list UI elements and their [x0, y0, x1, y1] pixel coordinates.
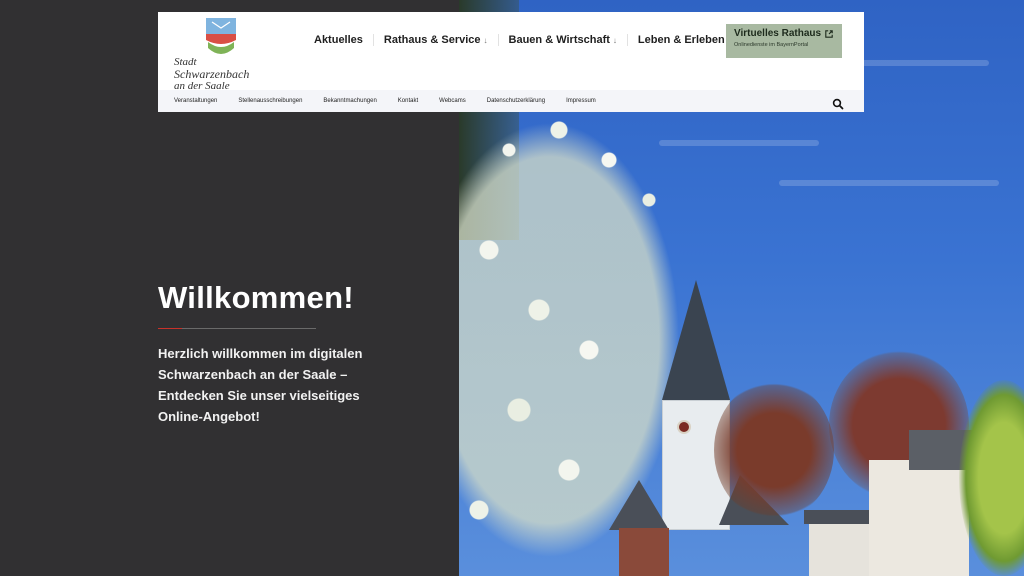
logo-text: Stadt Schwarzenbach an der Saale: [174, 56, 250, 92]
nav-item-aktuelles[interactable]: Aktuelles: [304, 34, 374, 46]
search-button[interactable]: [832, 95, 844, 110]
search-icon: [832, 98, 844, 110]
chevron-down-icon: ↓: [483, 35, 488, 45]
sub-nav-webcams[interactable]: Webcams: [439, 98, 466, 104]
hero-title: Willkommen!: [158, 280, 354, 315]
sub-nav-bekanntmachungen[interactable]: Bekanntmachungen: [323, 98, 376, 104]
sub-nav-impressum[interactable]: Impressum: [566, 98, 596, 104]
sub-nav-datenschutz[interactable]: Datenschutzerklärung: [487, 98, 545, 104]
city-coat-of-arms-icon: [206, 18, 236, 54]
sub-nav-kontakt[interactable]: Kontakt: [398, 98, 418, 104]
cta-title: Virtuelles Rathaus: [734, 28, 822, 39]
nav-item-leben-erleben[interactable]: Leben & Erleben ↓: [628, 34, 742, 46]
external-link-icon: [825, 29, 833, 38]
cta-subtitle: Onlinedienste im BayernPortal: [734, 42, 809, 48]
site-header: Stadt Schwarzenbach an der Saale Aktuell…: [158, 12, 864, 112]
nav-item-bauen-wirtschaft[interactable]: Bauen & Wirtschaft ↓: [499, 34, 628, 46]
sub-nav-stellenausschreibungen[interactable]: Stellenausschreibungen: [238, 98, 302, 104]
welcome-section: Willkommen! Herzlich willkommen im digit…: [158, 280, 448, 427]
virtuelles-rathaus-button[interactable]: Virtuelles Rathaus Onlinedienste im Baye…: [726, 24, 842, 58]
secondary-navigation: Veranstaltungen Stellenausschreibungen B…: [158, 98, 617, 104]
nav-item-rathaus-service[interactable]: Rathaus & Service ↓: [374, 34, 499, 46]
main-navigation: Aktuelles Rathaus & Service ↓ Bauen & Wi…: [304, 30, 742, 50]
secondary-navigation-bar: Veranstaltungen Stellenausschreibungen B…: [158, 90, 864, 112]
hero-text: Herzlich willkommen im digitalen Schwarz…: [158, 346, 363, 424]
hero-divider: [158, 328, 316, 329]
city-logo[interactable]: Stadt Schwarzenbach an der Saale: [174, 18, 270, 96]
chevron-down-icon: ↓: [612, 35, 617, 45]
sub-nav-veranstaltungen[interactable]: Veranstaltungen: [174, 98, 217, 104]
